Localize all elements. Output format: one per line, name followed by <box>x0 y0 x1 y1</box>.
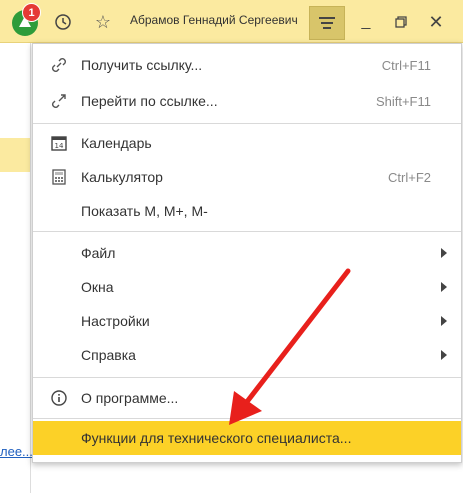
menu-item-label: О программе... <box>81 390 179 406</box>
close-icon[interactable]: ✕ <box>422 10 450 34</box>
menu-item-label: Справка <box>81 347 136 363</box>
menu-separator <box>33 418 461 419</box>
menu-item-label: Калькулятор <box>81 169 163 185</box>
menu-item-settings[interactable]: Настройки <box>33 304 461 338</box>
user-name[interactable]: Абрамов Геннадий Сергеевич <box>130 13 298 27</box>
menu-item-label: Календарь <box>81 135 152 151</box>
background-more-link[interactable]: лее... <box>0 444 33 459</box>
menu-item-calendar[interactable]: 14 Календарь <box>33 126 461 160</box>
menu-item-label: Функции для технического специалиста... <box>81 430 352 446</box>
calculator-icon <box>48 166 70 188</box>
background-highlight-strip <box>0 138 30 172</box>
background-panel <box>0 42 31 493</box>
star-icon[interactable]: ☆ <box>92 11 114 33</box>
submenu-arrow-icon <box>441 248 447 258</box>
menu-item-help[interactable]: Справка <box>33 338 461 372</box>
submenu-arrow-icon <box>441 316 447 326</box>
calendar-icon: 14 <box>48 132 70 154</box>
menu-separator <box>33 231 461 232</box>
history-icon[interactable] <box>52 11 74 33</box>
menu-item-goto-link[interactable]: Перейти по ссылке... Shift+F11 <box>33 84 461 118</box>
link-icon <box>48 54 70 76</box>
application-window: лее... 1 ☆ Абрамов Геннадий Сергеевич _ <box>0 0 463 493</box>
menu-item-windows[interactable]: Окна <box>33 270 461 304</box>
info-icon <box>48 387 70 409</box>
menu-item-about[interactable]: О программе... <box>33 381 461 415</box>
title-bar: 1 ☆ Абрамов Геннадий Сергеевич _ ✕ <box>0 0 463 43</box>
menu-item-file[interactable]: Файл <box>33 236 461 270</box>
menu-item-tech-specialist-functions[interactable]: Функции для технического специалиста... <box>33 421 461 455</box>
menu-item-label: Перейти по ссылке... <box>81 93 218 109</box>
menu-item-label: Файл <box>81 245 116 261</box>
goto-link-icon <box>48 90 70 112</box>
menu-item-shortcut: Shift+F11 <box>375 93 431 109</box>
menu-item-shortcut: Ctrl+F11 <box>381 57 431 73</box>
submenu-arrow-icon <box>441 282 447 292</box>
minimize-icon[interactable]: _ <box>352 10 380 34</box>
menu-separator <box>33 377 461 378</box>
notification-badge: 1 <box>22 3 41 22</box>
menu-item-get-link[interactable]: Получить ссылку... Ctrl+F11 <box>33 48 461 82</box>
menu-item-label: Показать М, М+, М- <box>81 203 208 219</box>
menu-item-label: Настройки <box>81 313 150 329</box>
menu-item-show-memory[interactable]: Показать М, М+, М- <box>33 194 461 228</box>
menu-separator <box>33 123 461 124</box>
svg-text:14: 14 <box>55 142 64 150</box>
main-menu-dropdown: Получить ссылку... Ctrl+F11 Перейти по с… <box>32 43 462 463</box>
submenu-arrow-icon <box>441 350 447 360</box>
menu-item-label: Получить ссылку... <box>81 57 203 73</box>
menu-item-label: Окна <box>81 279 114 295</box>
menu-item-calculator[interactable]: Калькулятор Ctrl+F2 <box>33 160 461 194</box>
menu-item-shortcut: Ctrl+F2 <box>388 169 431 185</box>
maximize-icon[interactable] <box>387 10 415 34</box>
hamburger-icon[interactable] <box>309 6 345 40</box>
